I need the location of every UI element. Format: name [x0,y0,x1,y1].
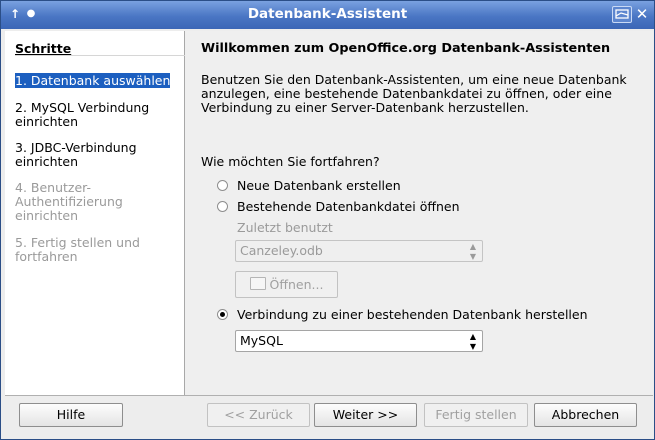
next-button[interactable]: Weiter >> [314,403,417,427]
step-select-database[interactable]: 1. Datenbank auswählen [13,72,181,89]
page-description: Benutzen Sie den Datenbank-Assistenten, … [201,72,627,115]
connect-existing-radio[interactable] [217,309,228,320]
open-existing-radio[interactable] [217,201,228,212]
steps-heading: Schritte [15,41,72,56]
title-bar[interactable]: ↑ ● Datenbank-Assistent ✕ [1,1,654,29]
open-file-button: Öffnen... [235,271,338,298]
step-mysql-connection[interactable]: 2. MySQL Verbindung einrichten [15,101,181,129]
wizard-window: ↑ ● Datenbank-Assistent ✕ Schritte 1. Da… [0,0,655,440]
recent-files-value: Canzeley.odb [240,243,323,258]
recent-label: Zuletzt benutzt [237,220,333,235]
question-label: Wie möchten Sie fortfahren? [201,154,380,169]
step-jdbc-connection[interactable]: 3. JDBC-Verbindung einrichten [15,141,181,169]
steps-sidebar: Schritte 1. Datenbank auswählen 2. MySQL… [5,31,185,395]
step-finish: 5. Fertig stellen und fortfahren [15,235,140,264]
select-arrows-icon: ▲ ▼ [469,242,476,261]
help-button[interactable]: Hilfe [19,403,123,427]
page-title: Willkommen zum OpenOffice.org Datenbank-… [201,41,611,56]
connect-existing-label[interactable]: Verbindung zu einer bestehenden Datenban… [237,307,588,322]
connection-type-value: MySQL [240,333,283,348]
cancel-button[interactable]: Abbrechen [534,403,637,427]
new-database-radio[interactable] [217,180,228,191]
connection-type-select[interactable]: MySQL ▲ ▼ [235,330,483,352]
new-database-label[interactable]: Neue Datenbank erstellen [237,178,401,193]
open-folder-icon [249,277,266,290]
select-arrows-icon: ▲ ▼ [469,332,476,351]
back-button: << Zurück [207,403,310,427]
steps-divider [15,55,185,56]
footer-divider [5,395,653,396]
recent-files-select: Canzeley.odb ▲ ▼ [235,240,483,262]
window-title: Datenbank-Assistent [247,6,408,22]
maximize-icon[interactable] [612,6,632,23]
open-existing-label[interactable]: Bestehende Datenbankdatei öffnen [237,199,460,214]
finish-button: Fertig stellen [424,403,528,427]
close-icon[interactable]: ✕ [634,5,650,23]
wizard-page: Willkommen zum OpenOffice.org Datenbank-… [185,31,653,395]
step-user-authentication: 4. Benutzer-Authentifizierung einrichten [15,180,123,223]
